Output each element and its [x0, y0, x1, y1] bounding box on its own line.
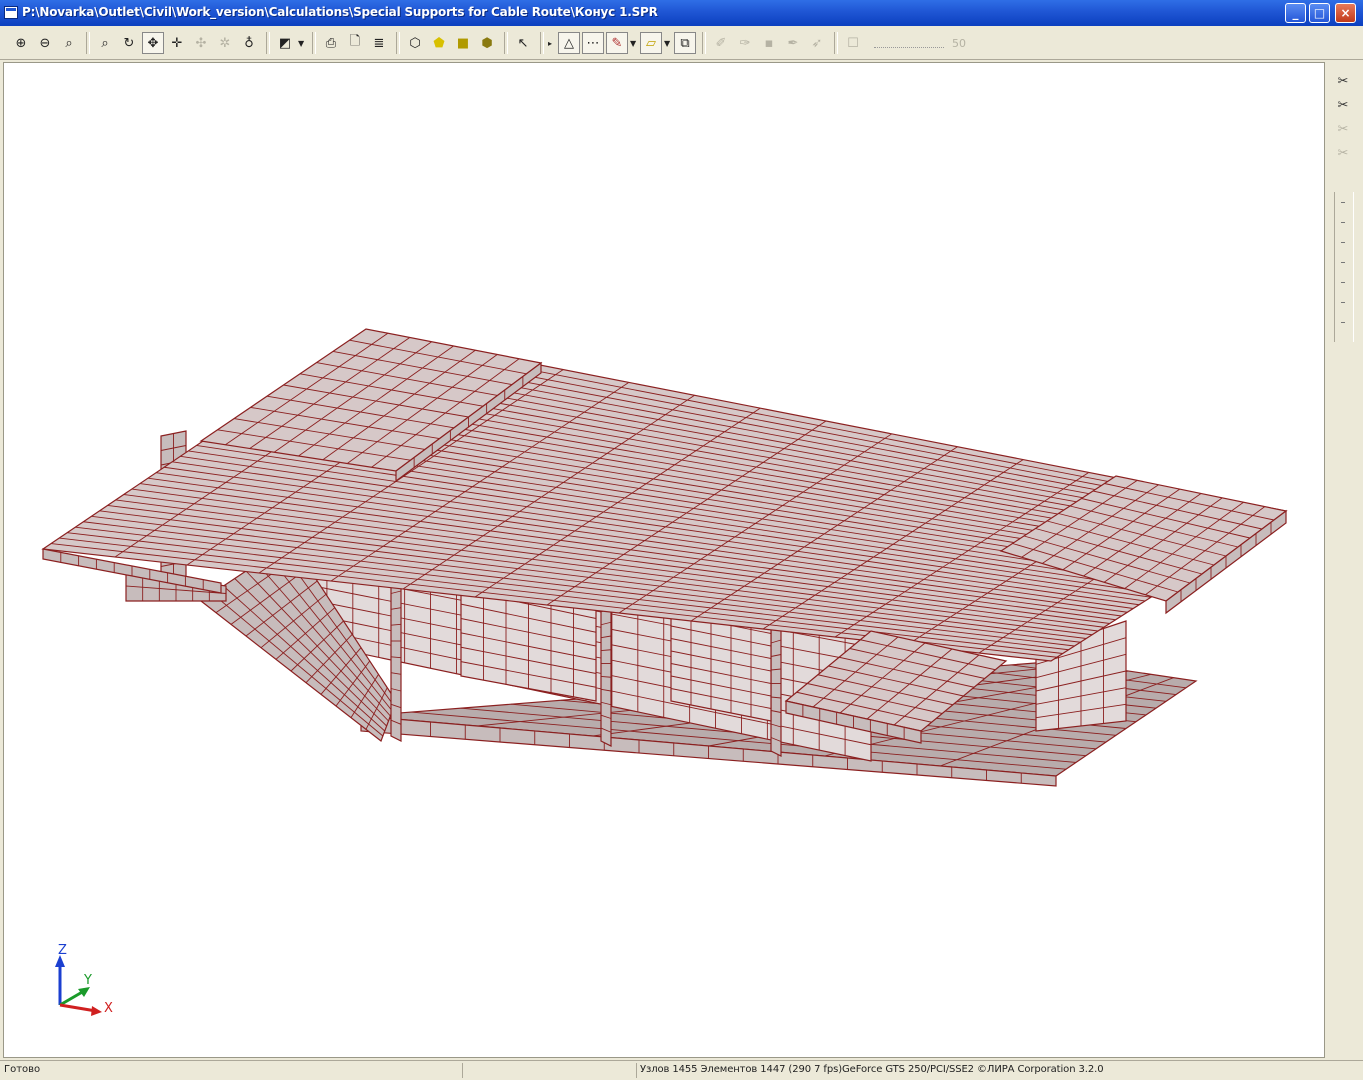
toolbar-separator	[834, 32, 838, 54]
status-divider	[462, 1063, 463, 1078]
toolbar-separator	[702, 32, 706, 54]
brush-icon[interactable]: ✎	[606, 32, 628, 54]
print-preview-icon[interactable]: 🗋	[344, 32, 366, 54]
toolbar-separator	[504, 32, 508, 54]
zoom-value: 50	[952, 36, 966, 50]
grid-icon[interactable]: ⋯	[582, 32, 604, 54]
draw-icon[interactable]: ✐	[710, 32, 732, 54]
zoom-window-icon[interactable]: ⌕	[58, 32, 80, 54]
pin2-icon[interactable]: ✂	[1333, 96, 1353, 116]
filter-icon[interactable]: ♁	[238, 32, 260, 54]
zoom-out-icon[interactable]: ⊖	[34, 32, 56, 54]
chevron-down-icon[interactable]: ▼	[630, 39, 640, 48]
minimize-button[interactable]: _	[1285, 3, 1306, 23]
triangle-icon[interactable]: △	[558, 32, 580, 54]
vertical-toolbar: ✂ ✂ ✂ ✂	[1326, 62, 1363, 1058]
close-tool-icon[interactable]: ✂	[1333, 144, 1353, 164]
chevron-down-icon[interactable]: ▼	[298, 39, 308, 48]
close-button[interactable]: ×	[1335, 3, 1356, 23]
status-bar: Готово Узлов 1455 Элементов 1447 (290 7 …	[0, 1060, 1363, 1080]
pen-icon[interactable]: ✒	[782, 32, 804, 54]
axis-z-label: Z	[58, 943, 67, 958]
cube-icon[interactable]: ⬢	[476, 32, 498, 54]
wireframe-icon[interactable]: ⬡	[404, 32, 426, 54]
pan-icon[interactable]: ✥	[142, 32, 164, 54]
window-title: P:\Novarka\Outlet\Civil\Work_version\Cal…	[22, 5, 658, 19]
toolbar-zoom-group: ⊕ ⊖ ⌕ ⌕ ↻ ✥ ✛ ✣ ✲ ♁ ◩ ▼ ⎙ 🗋 ≣ ⬡ ⬟ ■ ⬢ ↖ …	[10, 31, 966, 55]
zoom-slider[interactable]	[874, 39, 944, 48]
layer-icon[interactable]: ⧉	[674, 32, 696, 54]
fe-model-drawing	[41, 328, 1288, 787]
maximize-button[interactable]: □	[1309, 3, 1330, 23]
toolbar-separator	[266, 32, 270, 54]
toolbar-separator	[540, 32, 544, 54]
chevron-down-icon[interactable]: ▼	[664, 39, 674, 48]
polygon-icon[interactable]: ▱	[640, 32, 662, 54]
toolbar-separator	[86, 32, 90, 54]
arrow-icon[interactable]: ➶	[806, 32, 828, 54]
chevron-down-icon[interactable]: ▸	[548, 39, 558, 48]
solid-icon[interactable]: ■	[452, 32, 474, 54]
vertical-slider[interactable]	[1334, 192, 1354, 342]
status-info-text: Узлов 1455 Элементов 1447 (290 7 fps)GeF…	[640, 1064, 1104, 1075]
app-icon[interactable]	[4, 6, 18, 19]
title-bar: P:\Novarka\Outlet\Civil\Work_version\Cal…	[0, 0, 1363, 26]
checkbox-icon[interactable]: ☐	[842, 32, 864, 54]
node-icon[interactable]: ✣	[190, 32, 212, 54]
square-icon[interactable]: ▪	[758, 32, 780, 54]
report-icon[interactable]: ≣	[368, 32, 390, 54]
element-icon[interactable]: ✲	[214, 32, 236, 54]
rotate-icon[interactable]: ↻	[118, 32, 140, 54]
status-ready-text: Готово	[4, 1064, 41, 1075]
axis-y-label: Y	[84, 973, 92, 988]
toolbar-separator	[396, 32, 400, 54]
main-toolbar: ⊕ ⊖ ⌕ ⌕ ↻ ✥ ✛ ✣ ✲ ♁ ◩ ▼ ⎙ 🗋 ≣ ⬡ ⬟ ■ ⬢ ↖ …	[0, 26, 1363, 60]
pin-icon[interactable]: ✂	[1333, 72, 1353, 92]
zoom-in-icon[interactable]: ⊕	[10, 32, 32, 54]
zoom-extents-icon[interactable]: ⌕	[94, 32, 116, 54]
select-icon[interactable]: ↖	[512, 32, 534, 54]
status-divider	[636, 1063, 637, 1078]
edit-icon[interactable]: ✑	[734, 32, 756, 54]
print-icon[interactable]: ⎙	[320, 32, 342, 54]
shaded-icon[interactable]: ⬟	[428, 32, 450, 54]
toolbar-separator	[312, 32, 316, 54]
projection-icon[interactable]: ◩	[274, 32, 296, 54]
move-icon[interactable]: ✛	[166, 32, 188, 54]
tool-icon[interactable]: ✂	[1333, 120, 1353, 140]
model-viewport[interactable]: Z Y X	[3, 62, 1325, 1058]
axis-x-label: X	[104, 1001, 113, 1016]
